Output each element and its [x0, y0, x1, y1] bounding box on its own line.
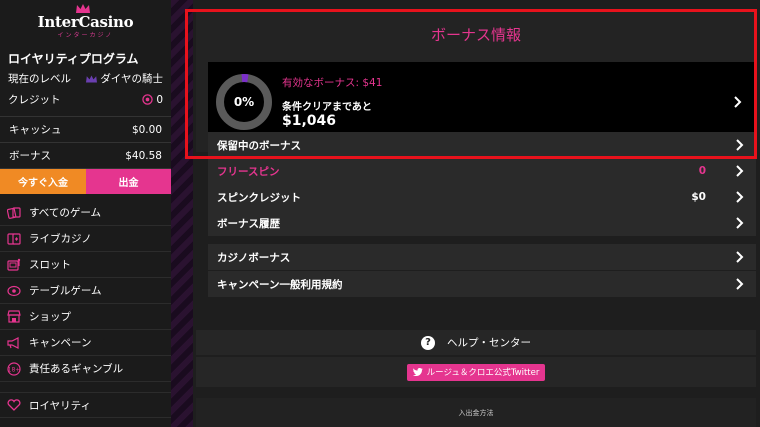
cash-value: $0.00	[131, 123, 162, 136]
bonus-label: ボーナス	[9, 150, 51, 162]
cashier-buttons: 今すぐ入金 出金	[0, 169, 171, 194]
chevron-right-icon	[736, 191, 744, 203]
bonus-info-panel: ボーナス情報 0% 有効なボーナス: $41 条件クリアまであと $1,046	[196, 12, 756, 152]
logo-brand: InterCasino	[37, 13, 134, 31]
row-bonus-history[interactable]: ボーナス履歴	[208, 210, 756, 236]
row-value: $0	[691, 191, 706, 203]
nav-item-label: キャンペーン	[29, 337, 92, 349]
twitter-section: ルージュ＆クロエ公式Twitter	[196, 357, 756, 387]
heart-icon	[7, 398, 21, 412]
nav-item-live-casino[interactable]: ライブカジノ	[0, 226, 171, 252]
condition-label: 条件クリアまであと	[282, 102, 372, 113]
credit-label: クレジット	[8, 94, 61, 106]
row-label: スピンクレジット	[217, 191, 301, 204]
sidebar: InterCasino インターカジノ ロイヤリティプログラム 現在のレベル ダ…	[0, 0, 171, 427]
slot-icon	[7, 258, 21, 272]
nav-item-loyalty[interactable]: ロイヤリティ	[0, 392, 171, 418]
nav-item-label: ロイヤリティ	[29, 399, 92, 412]
level-value: ダイヤの騎士	[100, 73, 163, 85]
logo[interactable]: InterCasino インターカジノ	[0, 0, 171, 44]
nav-item-label: すべてのゲーム	[29, 207, 102, 219]
active-bonus-label: 有効なボーナス: $41	[282, 77, 383, 89]
age-18-icon: 18+	[7, 361, 21, 376]
logo-subtitle: インターカジノ	[57, 32, 114, 39]
crown-icon	[76, 4, 90, 13]
credit-value: 0	[156, 93, 163, 106]
panel-title: ボーナス情報	[430, 26, 521, 44]
nav-item-label: ライブカジノ	[29, 233, 92, 245]
cards-icon	[7, 206, 21, 220]
bonus-value: $40.58	[125, 149, 162, 162]
progress-ring: 0%	[214, 72, 274, 132]
background-pattern	[171, 0, 193, 427]
row-value: 0	[698, 165, 706, 177]
active-bonus-card[interactable]: 0% 有効なボーナス: $41 条件クリアまであと $1,046	[208, 62, 754, 142]
nav-item-slots[interactable]: スロット	[0, 252, 171, 278]
chevron-right-icon	[736, 251, 744, 263]
row-free-spins[interactable]: フリースピン 0	[208, 158, 756, 184]
twitter-label: ルージュ＆クロエ公式Twitter	[426, 368, 540, 378]
main-nav: すべてのゲーム ライブカジノ スロット テーブルゲーム ショップ キャンペーン	[0, 200, 171, 418]
row-label: ボーナス履歴	[217, 217, 280, 230]
cash-label: キャッシュ	[9, 124, 62, 136]
chevron-right-icon	[736, 165, 744, 177]
withdraw-button[interactable]: 出金	[86, 169, 171, 194]
credit-row: クレジット 0	[0, 89, 171, 110]
nav-item-table-games[interactable]: テーブルゲーム	[0, 278, 171, 304]
question-icon: ?	[421, 335, 435, 350]
cash-row: キャッシュ $0.00	[0, 117, 171, 143]
table-icon	[7, 284, 21, 298]
nav-item-label: テーブルゲーム	[29, 285, 102, 297]
coin-icon	[142, 94, 154, 105]
level-label: 現在のレベル	[8, 73, 71, 85]
level-row: 現在のレベル ダイヤの騎士	[0, 68, 171, 89]
chevron-right-icon	[736, 217, 744, 229]
row-casino-bonus[interactable]: カジノボーナス	[208, 244, 756, 270]
row-label: 保留中のボーナス	[217, 139, 301, 152]
shop-icon	[7, 310, 21, 324]
nav-item-shop[interactable]: ショップ	[0, 304, 171, 330]
loyalty-title: ロイヤリティプログラム	[8, 52, 139, 66]
twitter-button[interactable]: ルージュ＆クロエ公式Twitter	[406, 363, 546, 381]
nav-item-all-games[interactable]: すべてのゲーム	[0, 200, 171, 226]
row-label: カジノボーナス	[217, 251, 291, 264]
active-bonus-info: 有効なボーナス: $41 条件クリアまであと $1,046	[282, 75, 382, 129]
nav-item-campaign[interactable]: キャンペーン	[0, 330, 171, 356]
footer: 入出金方法	[196, 398, 756, 427]
row-campaign-terms[interactable]: キャンペーン一般利用規約	[208, 271, 756, 297]
chevron-right-icon	[734, 96, 742, 108]
chevron-right-icon	[736, 278, 744, 290]
row-spin-credit[interactable]: スピンクレジット $0	[208, 184, 756, 210]
megaphone-icon	[7, 336, 21, 350]
live-cards-icon	[7, 232, 21, 246]
svg-text:18+: 18+	[8, 366, 21, 373]
remaining-amount: $1,046	[282, 113, 337, 129]
nav-item-responsible-gambling[interactable]: 18+ 責任あるギャンブル	[0, 356, 171, 382]
crown-level-icon	[86, 74, 98, 83]
progress-text: 0%	[233, 95, 255, 109]
app-root: InterCasino インターカジノ ロイヤリティプログラム 現在のレベル ダ…	[0, 0, 760, 427]
chevron-right-icon	[736, 139, 744, 151]
bonus-row: ボーナス $40.58	[0, 143, 171, 169]
nav-item-label: 責任あるギャンブル	[29, 363, 124, 375]
deposit-button[interactable]: 今すぐ入金	[0, 169, 86, 194]
nav-item-label: スロット	[29, 259, 71, 271]
payment-methods-link[interactable]: 入出金方法	[459, 408, 494, 418]
row-pending-bonus[interactable]: 保留中のボーナス	[208, 132, 756, 158]
help-center-link[interactable]: ? ヘルプ・センター	[196, 330, 756, 355]
row-label: キャンペーン一般利用規約	[217, 278, 343, 291]
help-label: ヘルプ・センター	[447, 337, 531, 349]
twitter-icon	[412, 368, 423, 376]
row-label: フリースピン	[217, 165, 280, 178]
nav-item-label: ショップ	[29, 311, 71, 323]
